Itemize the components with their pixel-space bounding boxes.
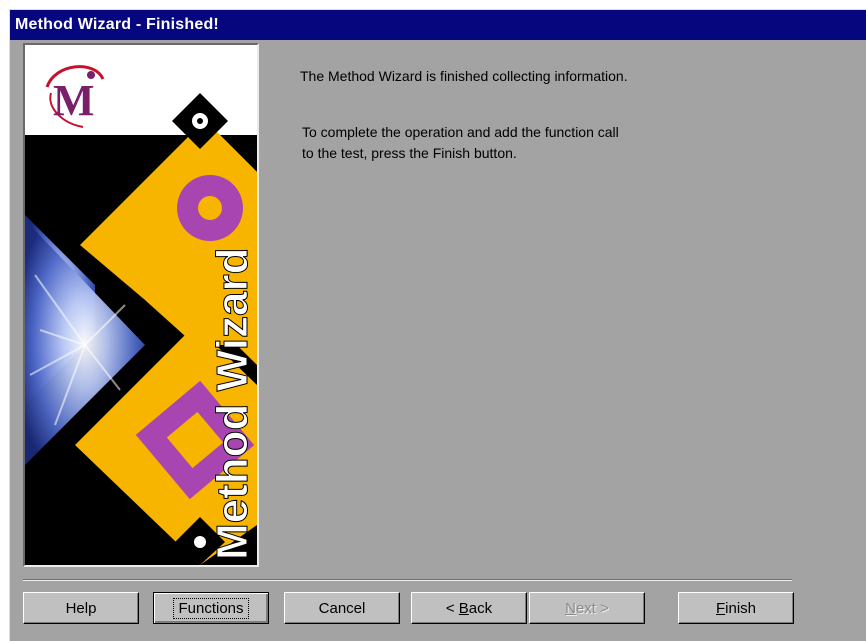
title-bar[interactable]: Method Wizard - Finished! [10,10,866,40]
dot-icon-bottom [194,536,206,548]
cancel-button[interactable]: Cancel [284,592,400,624]
cancel-button-label: Cancel [318,599,366,617]
next-button-label: Next > [565,599,609,617]
message-instructions: To complete the operation and add the fu… [302,122,619,164]
banner-vertical-text: Method Wizard [208,248,257,560]
wizard-banner: M Method Wizard [23,43,259,567]
functions-button[interactable]: Functions [153,592,269,624]
message-line-3: to the test, press the Finish button. [302,145,517,161]
button-separator [23,579,792,581]
message-line-2: To complete the operation and add the fu… [302,124,619,140]
back-button-label: < Back [445,599,493,617]
logo-letter: M [53,76,95,125]
next-button[interactable]: Next > [529,592,645,624]
method-wizard-dialog: Method Wizard - Finished! M Method Wizar… [9,9,866,641]
help-button-label: Help [65,599,97,617]
message-finished: The Method Wizard is finished collecting… [300,68,628,84]
functions-button-label: Functions [173,597,249,619]
window-title: Method Wizard - Finished! [15,16,219,33]
finish-button[interactable]: Finish [678,592,794,624]
banner-artwork: M Method Wizard [25,45,257,565]
back-button[interactable]: < Back [411,592,527,624]
finish-button-label: Finish [715,599,757,617]
help-button[interactable]: Help [23,592,139,624]
